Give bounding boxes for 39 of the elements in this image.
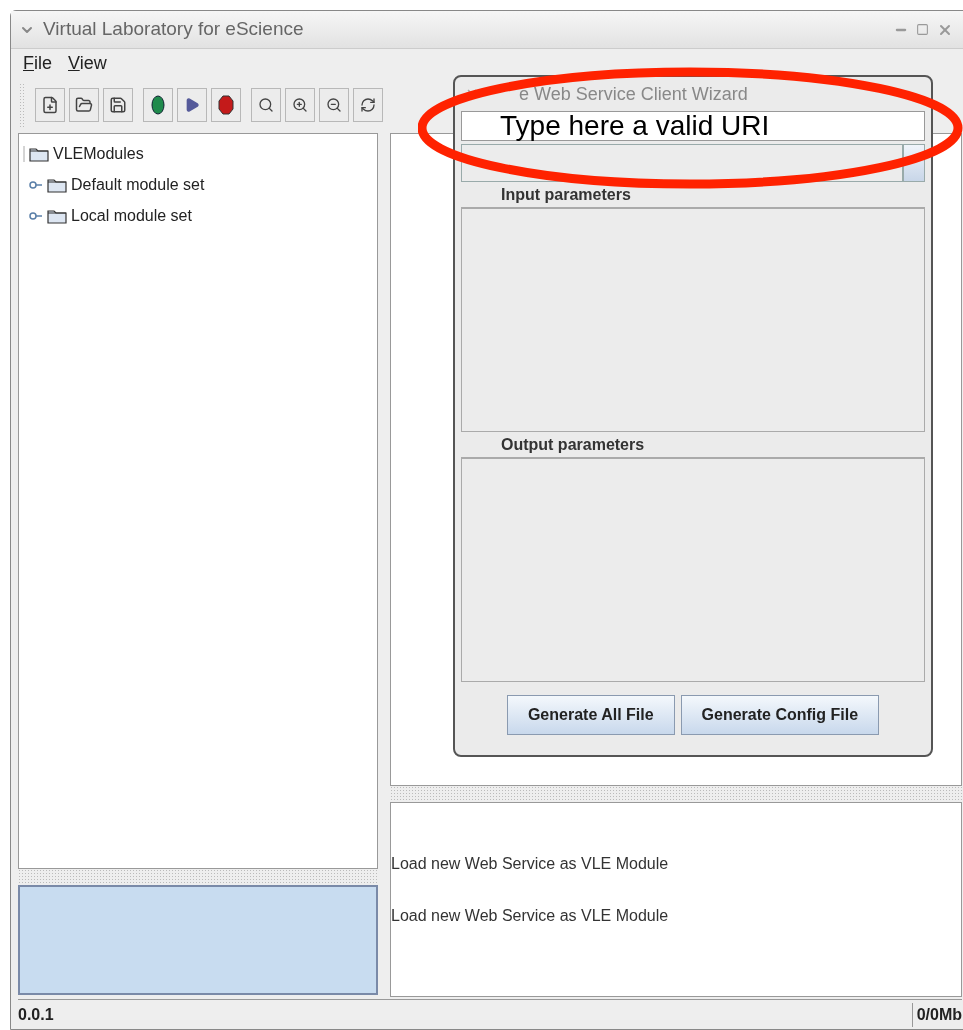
- stop-button[interactable]: [211, 88, 241, 122]
- zoom-in-button[interactable]: [285, 88, 315, 122]
- folder-icon: [75, 96, 93, 114]
- play-icon: [184, 97, 200, 113]
- globe-button[interactable]: [143, 88, 173, 122]
- expand-handle-icon[interactable]: [29, 179, 43, 190]
- refresh-icon: [360, 97, 376, 113]
- menu-item[interactable]: View: [68, 49, 107, 77]
- log-message: Load new Web Service as VLE Module: [391, 906, 670, 926]
- log-message: Load new Web Service as VLE Module: [391, 854, 670, 874]
- expand-handle-icon[interactable]: [29, 210, 43, 221]
- zoom-out-icon: [326, 97, 342, 113]
- new-file-icon: [41, 96, 59, 114]
- tree-item[interactable]: VLEModules: [53, 141, 144, 166]
- tree-item[interactable]: Local module set: [71, 203, 192, 228]
- folder-icon: [29, 145, 49, 162]
- window-title: Virtual Laboratory for eScience: [43, 17, 305, 42]
- search-button[interactable]: [251, 88, 281, 122]
- refresh-button[interactable]: [353, 88, 383, 122]
- generate-button[interactable]: Generate Config File: [680, 694, 880, 735]
- folder-icon: [47, 176, 67, 193]
- zoom-out-button[interactable]: [319, 88, 349, 122]
- generate-button[interactable]: Generate All File: [506, 694, 675, 735]
- save-button[interactable]: [103, 88, 133, 122]
- globe-icon: [151, 95, 165, 115]
- search-icon: [258, 97, 274, 113]
- dialog-title: e Web Service Client Wizard: [519, 82, 749, 106]
- memory-label: 0/0Mb: [911, 1002, 962, 1027]
- menu-item[interactable]: File: [23, 49, 52, 77]
- open-button[interactable]: [69, 88, 99, 122]
- zoom-in-icon: [292, 97, 308, 113]
- new-file-button[interactable]: [35, 88, 65, 122]
- save-icon: [109, 96, 127, 114]
- tree-item[interactable]: Default module set: [71, 172, 205, 197]
- folder-icon: [47, 207, 67, 224]
- uri-field[interactable]: Type here a valid URI: [461, 111, 925, 141]
- stop-icon: [218, 95, 234, 115]
- run-button[interactable]: [177, 88, 207, 122]
- version-label: 0.0.1: [18, 1004, 55, 1025]
